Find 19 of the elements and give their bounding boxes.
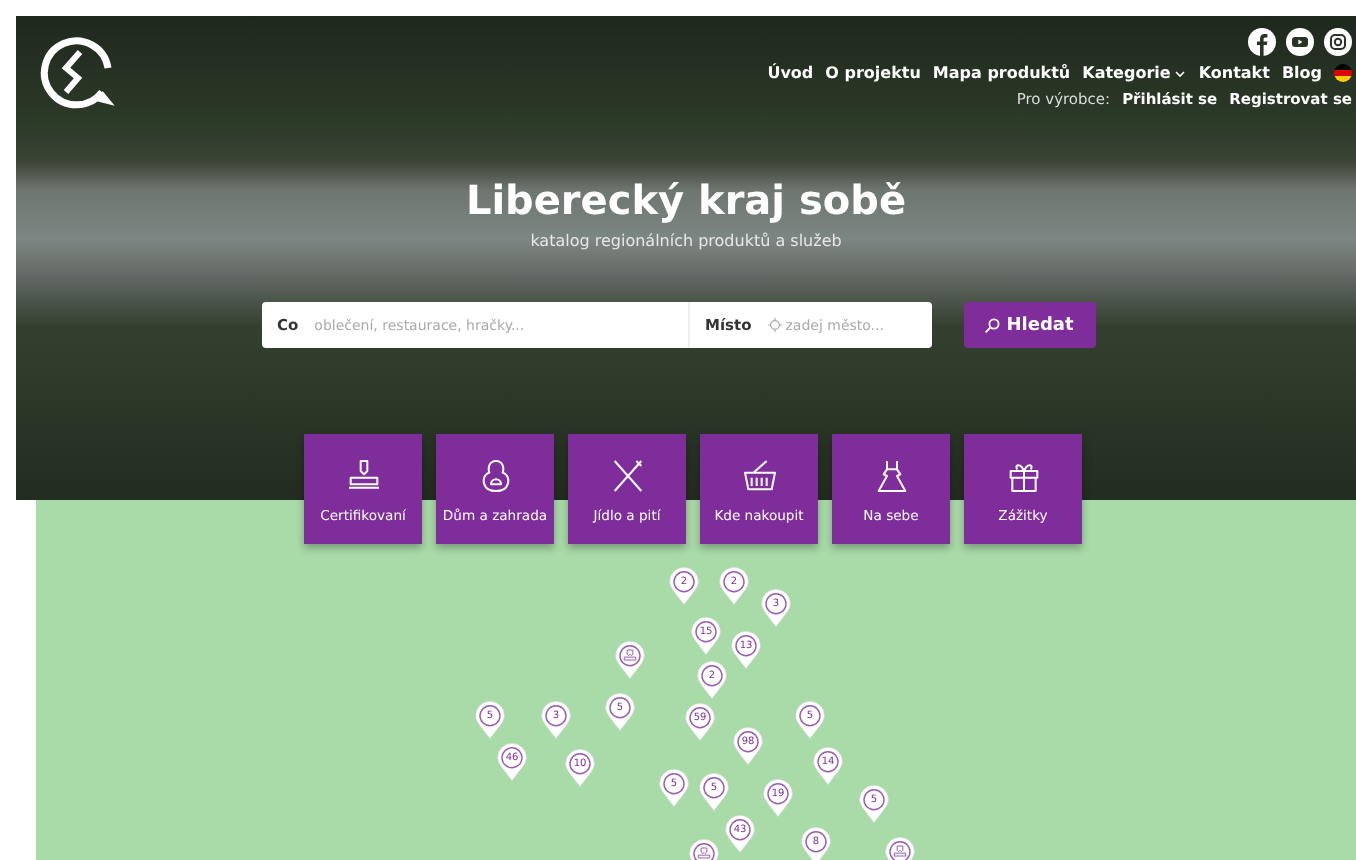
search-button[interactable]: Hledat [963,302,1095,348]
map-pin[interactable] [614,640,646,680]
youtube-icon[interactable] [1286,28,1314,56]
instagram-icon[interactable] [1324,28,1352,56]
hero-title: Liberecký kraj sobě [465,176,907,224]
facebook-icon[interactable] [1248,28,1276,56]
nav-link[interactable]: O projektu [825,64,921,82]
nav-link[interactable]: Mapa produktů [932,64,1071,82]
nav-link[interactable]: Úvod [767,64,814,82]
nav-link[interactable]: Blog [1281,64,1322,82]
nav-link[interactable]: Kategorie [1082,64,1187,82]
flag-icon[interactable] [1334,64,1352,82]
stamp-icon [343,455,383,495]
location-icon [767,318,782,332]
hero-subtitle: katalog regionálních produktů a služeb [530,232,842,250]
basket-icon [739,455,779,495]
search-icon [984,317,1001,333]
nav-link[interactable]: Kontakt [1198,64,1270,82]
logo-icon[interactable] [36,32,116,112]
